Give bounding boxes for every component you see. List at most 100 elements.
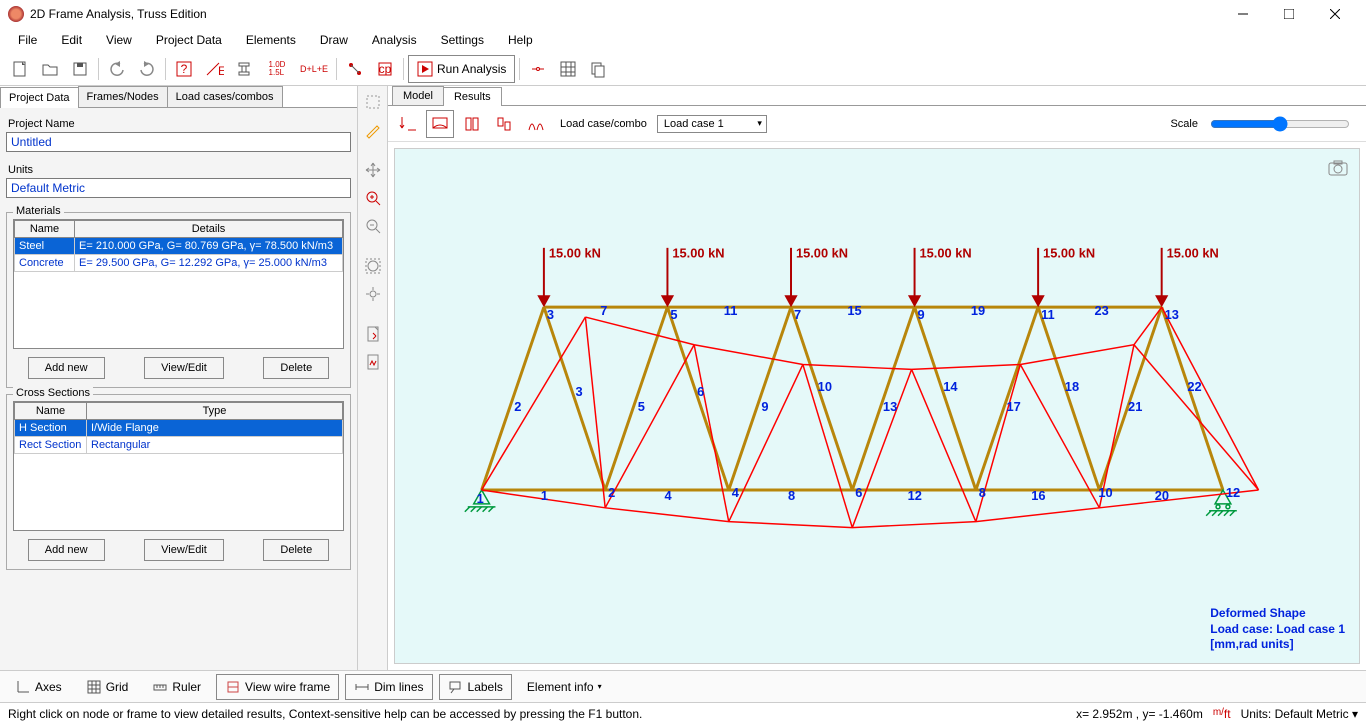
menubar: File Edit View Project Data Elements Dra… (0, 28, 1366, 52)
materials-add-button[interactable]: Add new (28, 357, 105, 379)
tab-model[interactable]: Model (392, 86, 444, 105)
ruler-toggle[interactable]: Ruler (143, 674, 210, 700)
element-info-dropdown[interactable]: Element info ▾ (518, 675, 611, 699)
svg-text:17: 17 (1006, 399, 1020, 414)
materials-delete-button[interactable]: Delete (263, 357, 329, 379)
copy-tool-icon[interactable] (584, 55, 612, 83)
select-tool-icon[interactable] (361, 90, 385, 114)
joint-tool-icon[interactable] (524, 55, 552, 83)
tab-project-data[interactable]: Project Data (0, 87, 79, 108)
units-input[interactable] (6, 178, 351, 198)
e-tool-icon[interactable]: E (200, 55, 228, 83)
sections-delete-button[interactable]: Delete (263, 539, 329, 561)
deformed-shape-label: Deformed Shape Load case: Load case 1 [m… (1210, 606, 1345, 653)
svg-text:cp: cp (379, 62, 392, 76)
sections-title: Cross Sections (13, 387, 93, 399)
svg-text:?: ? (181, 62, 188, 76)
table-tool-icon[interactable] (554, 55, 582, 83)
open-file-icon[interactable] (36, 55, 64, 83)
undo-icon[interactable] (103, 55, 131, 83)
menu-analysis[interactable]: Analysis (360, 30, 429, 50)
status-units[interactable]: Units: Default Metric ▾ (1241, 707, 1358, 721)
new-file-icon[interactable] (6, 55, 34, 83)
menu-file[interactable]: File (6, 30, 49, 50)
svg-text:10: 10 (1098, 485, 1112, 500)
labels-icon (448, 679, 464, 695)
load-combo-icon[interactable]: D+L+E (296, 55, 332, 83)
status-bar: Right click on node or frame to view det… (0, 702, 1366, 724)
load-factor-icon[interactable]: 1.0D 1.5L (260, 55, 294, 83)
menu-elements[interactable]: Elements (234, 30, 308, 50)
run-analysis-button[interactable]: Run Analysis (408, 55, 515, 83)
section-tool-icon[interactable] (230, 55, 258, 83)
zoom-in-icon[interactable] (361, 186, 385, 210)
node-tool-icon[interactable] (341, 55, 369, 83)
results-tabs: Model Results (388, 86, 1366, 106)
table-row[interactable]: SteelE= 210.000 GPa, G= 80.769 GPa, γ= 7… (15, 238, 343, 255)
pan-tool-icon[interactable] (361, 158, 385, 182)
sections-header-type: Type (87, 403, 343, 420)
menu-project-data[interactable]: Project Data (144, 30, 234, 50)
wireframe-toggle[interactable]: View wire frame (216, 674, 339, 700)
materials-edit-button[interactable]: View/Edit (144, 357, 224, 379)
table-row[interactable]: H SectionI/Wide Flange (15, 420, 343, 437)
pencil-tool-icon[interactable] (361, 118, 385, 142)
right-panel: Model Results Load case/combo Load case … (388, 86, 1366, 670)
menu-draw[interactable]: Draw (308, 30, 360, 50)
svg-text:19: 19 (971, 303, 985, 318)
redo-icon[interactable] (133, 55, 161, 83)
tab-load-cases[interactable]: Load cases/combos (167, 86, 283, 107)
grid-icon (86, 679, 102, 695)
labels-toggle[interactable]: Labels (439, 674, 512, 700)
menu-help[interactable]: Help (496, 30, 545, 50)
sections-edit-button[interactable]: View/Edit (144, 539, 224, 561)
materials-table[interactable]: NameDetails SteelE= 210.000 GPa, G= 80.7… (14, 220, 343, 272)
print-doc-icon[interactable] (361, 350, 385, 374)
dimlines-toggle[interactable]: Dim lines (345, 674, 432, 700)
moment-diagram-icon[interactable] (522, 110, 550, 138)
grid-toggle[interactable]: Grid (77, 674, 138, 700)
save-file-icon[interactable] (66, 55, 94, 83)
maximize-button[interactable] (1266, 0, 1312, 28)
loadcase-combo[interactable]: Load case 1 (657, 115, 767, 133)
axial-diagram-icon[interactable] (458, 110, 486, 138)
svg-text:21: 21 (1128, 399, 1142, 414)
zoom-out-icon[interactable] (361, 214, 385, 238)
table-row[interactable]: ConcreteE= 29.500 GPa, G= 12.292 GPa, γ=… (15, 255, 343, 272)
table-row[interactable]: Rect SectionRectangular (15, 437, 343, 454)
sections-table[interactable]: NameType H SectionI/Wide Flange Rect Sec… (14, 402, 343, 454)
svg-text:1: 1 (477, 491, 484, 506)
axes-toggle[interactable]: Axes (6, 674, 71, 700)
shear-diagram-icon[interactable] (490, 110, 518, 138)
project-name-input[interactable] (6, 132, 351, 152)
scale-slider[interactable] (1210, 116, 1350, 132)
vertical-toolbar (358, 86, 388, 670)
menu-settings[interactable]: Settings (429, 30, 496, 50)
deformed-shape-icon[interactable] (426, 110, 454, 138)
materials-header-name: Name (15, 221, 75, 238)
help-icon[interactable]: ? (170, 55, 198, 83)
menu-view[interactable]: View (94, 30, 144, 50)
main-area: Project Data Frames/Nodes Load cases/com… (0, 86, 1366, 670)
svg-text:13: 13 (883, 399, 897, 414)
tab-results[interactable]: Results (443, 87, 502, 106)
reactions-icon[interactable] (394, 110, 422, 138)
play-icon (417, 61, 433, 77)
zoom-extents-icon[interactable] (361, 282, 385, 306)
svg-text:1: 1 (541, 488, 548, 503)
units-icon: m/ft (1213, 707, 1231, 721)
menu-edit[interactable]: Edit (49, 30, 94, 50)
close-button[interactable] (1312, 0, 1358, 28)
export-doc-icon[interactable] (361, 322, 385, 346)
zoom-fit-icon[interactable] (361, 254, 385, 278)
truss-svg: 15.00 kN 15.00 kN 15.00 kN 15.00 kN 15.0… (395, 149, 1359, 663)
cp-tool-icon[interactable]: cp (371, 55, 399, 83)
sections-add-button[interactable]: Add new (28, 539, 105, 561)
minimize-button[interactable] (1220, 0, 1266, 28)
model-canvas[interactable]: 15.00 kN 15.00 kN 15.00 kN 15.00 kN 15.0… (394, 148, 1360, 664)
left-panel-body: Project Name Units Materials NameDetails… (0, 108, 357, 670)
tab-frames-nodes[interactable]: Frames/Nodes (78, 86, 168, 107)
materials-header-details: Details (75, 221, 343, 238)
svg-text:2: 2 (608, 485, 615, 500)
materials-group: Materials NameDetails SteelE= 210.000 GP… (6, 212, 351, 388)
